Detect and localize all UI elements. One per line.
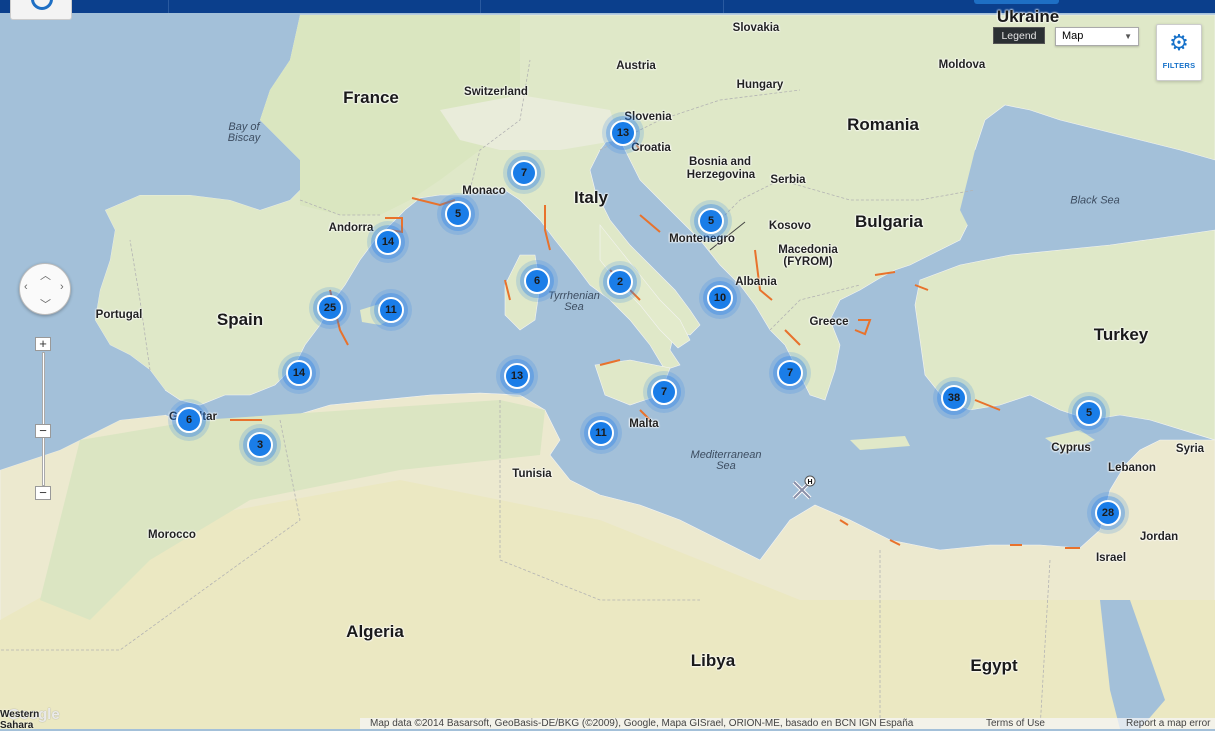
pan-down-icon[interactable]: ﹀ [40,296,51,312]
nav-separator [723,0,724,13]
zoom-out-button[interactable]: − [35,486,51,500]
nav-separator [480,0,481,13]
cluster-marker[interactable]: 14 [286,360,312,386]
cluster-marker[interactable]: 14 [375,229,401,255]
cluster-marker[interactable]: 2 [607,269,633,295]
cluster-marker[interactable]: 13 [504,363,530,389]
cluster-marker[interactable]: 7 [651,379,677,405]
report-error-link[interactable]: Report a map error [1126,718,1210,730]
pan-right-icon[interactable]: › [60,281,64,293]
cluster-marker[interactable]: 6 [176,407,202,433]
cluster-marker[interactable]: 11 [378,297,404,323]
cluster-marker[interactable]: 7 [511,160,537,186]
zoom-slider-track[interactable] [42,352,45,486]
cluster-marker[interactable]: 5 [445,201,471,227]
nav-separator [168,0,169,13]
pan-control[interactable]: ︿ ﹀ ‹ › [19,263,71,315]
legend-button[interactable]: Legend [993,27,1045,44]
cluster-marker[interactable]: 13 [610,120,636,146]
cluster-marker[interactable]: 25 [317,295,343,321]
svg-text:H: H [807,479,812,486]
cluster-marker[interactable]: 7 [777,360,803,386]
gear-icon: ⚙ [1169,30,1189,55]
map-type-value: Map [1062,30,1084,42]
zoom-slider-handle[interactable]: − [35,424,51,438]
cluster-marker[interactable]: 3 [247,432,273,458]
cluster-marker[interactable]: 5 [698,208,724,234]
map-canvas[interactable]: H [0,0,1215,729]
pan-up-icon[interactable]: ︿ [40,267,51,283]
cluster-marker[interactable]: 28 [1095,500,1121,526]
zoom-in-button[interactable]: + [35,337,51,351]
cluster-marker[interactable]: 6 [524,268,550,294]
logo-ring-icon [31,0,53,10]
cluster-marker[interactable]: 10 [707,285,733,311]
filters-label: FILTERS [1162,61,1196,70]
map-type-select[interactable]: Map ▼ [1055,27,1139,46]
filters-button[interactable]: ⚙ FILTERS [1156,24,1202,81]
top-nav-bar [0,0,1215,20]
map-footer: Map data ©2014 Basarsoft, GeoBasis-DE/BK… [360,718,1215,729]
pan-left-icon[interactable]: ‹ [24,281,28,293]
cluster-marker[interactable]: 38 [941,385,967,411]
chevron-down-icon: ▼ [1124,32,1132,41]
app-logo[interactable] [10,0,72,20]
cluster-marker[interactable]: 5 [1076,400,1102,426]
cluster-marker[interactable]: 11 [588,420,614,446]
terms-link[interactable]: Terms of Use [986,718,1045,730]
label-western-sahara: Western Sahara [0,709,40,731]
nav-tab-active[interactable] [974,0,1059,4]
map-attribution: Map data ©2014 Basarsoft, GeoBasis-DE/BK… [370,718,914,729]
